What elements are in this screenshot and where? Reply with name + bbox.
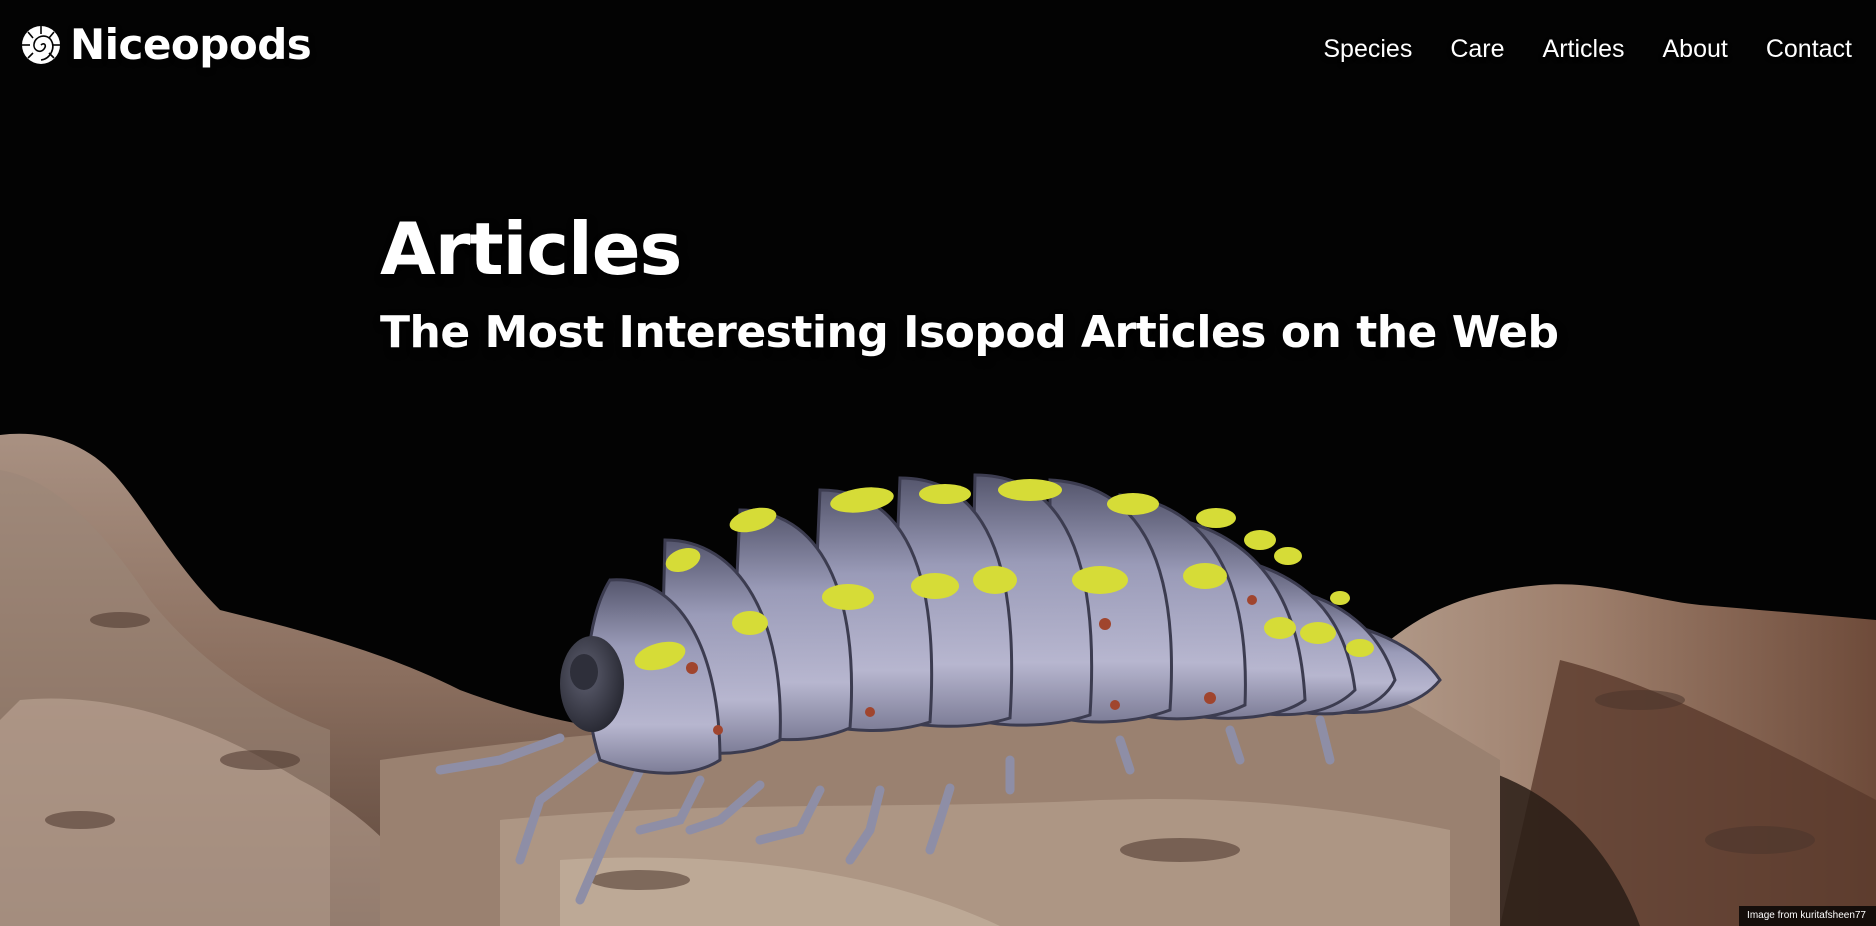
hero-section: Niceopods Species Care Articles About Co… (0, 0, 1876, 926)
nav-link-about[interactable]: About (1662, 34, 1727, 64)
page-title: Articles (380, 207, 682, 291)
image-credit: Image from kuritafsheen77 (1739, 906, 1876, 926)
isopod-on-bark-photo (0, 0, 1876, 926)
nav-link-contact[interactable]: Contact (1766, 34, 1852, 64)
page-subtitle: The Most Interesting Isopod Articles on … (380, 307, 1559, 359)
nav-links: Species Care Articles About Contact (1323, 34, 1852, 64)
nav-link-species[interactable]: Species (1323, 34, 1412, 64)
hero-text-block: Articles The Most Interesting Isopod Art… (380, 207, 1559, 359)
nav-link-articles[interactable]: Articles (1543, 34, 1625, 64)
ammonite-shell-icon (22, 26, 60, 64)
brand-name: Niceopods (70, 20, 312, 69)
main-navbar: Niceopods Species Care Articles About Co… (0, 0, 1876, 100)
brand-logo-link[interactable]: Niceopods (20, 20, 312, 69)
nav-link-care[interactable]: Care (1450, 34, 1504, 64)
